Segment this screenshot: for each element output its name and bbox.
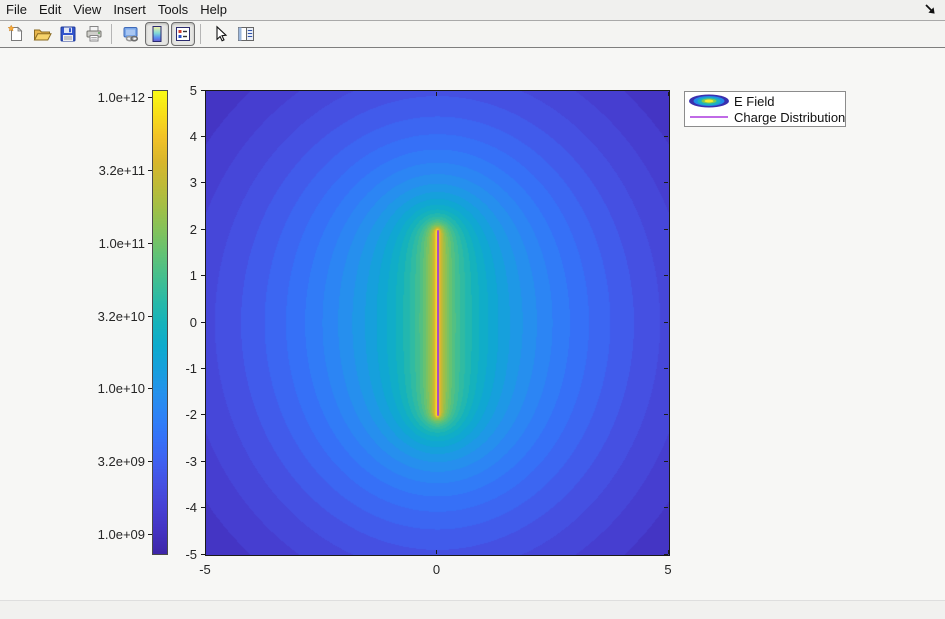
status-strip <box>0 600 945 619</box>
colorbar-tick-label: 3.2e+09 <box>87 455 145 468</box>
legend-label-efield: E Field <box>734 94 774 109</box>
y-axis-tick-right <box>664 368 668 369</box>
toolbar-separator <box>200 24 201 44</box>
colorbar-tick-label: 1.0e+09 <box>87 528 145 541</box>
x-axis-tick-top <box>205 92 206 96</box>
y-tick-label: 2 <box>163 223 197 236</box>
menu-tools[interactable]: Tools <box>152 0 194 20</box>
y-axis-tick-right <box>664 229 668 230</box>
figure-toolbar <box>0 21 945 48</box>
y-tick-label: 4 <box>163 130 197 143</box>
colorbar-tick-label: 1.0e+11 <box>87 237 145 250</box>
edit-plot-button[interactable] <box>208 22 232 46</box>
menu-file[interactable]: File <box>0 0 33 20</box>
efield-contour-plot <box>206 91 669 555</box>
colorbar-tick-label: 3.2e+10 <box>87 310 145 323</box>
y-axis-tick-right <box>664 136 668 137</box>
x-axis-tick-top <box>668 92 669 96</box>
legend-entry-charge: Charge Distribution <box>685 109 845 125</box>
insert-legend-button[interactable] <box>171 22 195 46</box>
charge-line-swatch <box>688 110 730 124</box>
legend-entry-efield: E Field <box>685 93 845 109</box>
legend-icon <box>173 24 193 44</box>
show-plot-tools-button[interactable] <box>234 22 258 46</box>
figure-canvas: E Field Charge Distribution 5 4 3 2 1 0 -1 -2 -3… <box>0 48 945 600</box>
new-document-icon <box>6 24 26 44</box>
legend-label-charge: Charge Distribution <box>734 110 845 125</box>
colorbar-tick <box>148 243 152 244</box>
menu-view[interactable]: View <box>67 0 107 20</box>
x-tick-label: 0 <box>417 563 457 576</box>
y-axis-tick <box>201 507 205 508</box>
y-axis-tick-right <box>664 322 668 323</box>
plot-tools-icon <box>236 24 256 44</box>
colorbar-tick-label: 3.2e+11 <box>87 164 145 177</box>
toolbar-separator <box>111 24 112 44</box>
open-file-button[interactable] <box>30 22 54 46</box>
colorbar-tick <box>148 534 152 535</box>
y-axis-tick-right <box>664 182 668 183</box>
y-axis-tick-right <box>664 461 668 462</box>
colorbar-tick <box>148 388 152 389</box>
efield-contour-swatch <box>688 94 730 108</box>
y-axis-tick <box>201 368 205 369</box>
pointer-arrow-icon <box>210 24 230 44</box>
axes <box>205 90 670 556</box>
insert-colorbar-button[interactable] <box>145 22 169 46</box>
y-axis-tick <box>201 461 205 462</box>
menu-bar: FileEditViewInsertToolsHelp <box>0 0 945 21</box>
y-axis-tick-right <box>664 90 668 91</box>
x-axis-tick <box>205 550 206 554</box>
menu-insert[interactable]: Insert <box>107 0 152 20</box>
x-axis-tick <box>668 550 669 554</box>
new-figure-button[interactable] <box>4 22 28 46</box>
y-axis-tick <box>201 322 205 323</box>
colorbar-tick <box>148 316 152 317</box>
colorbar-tick-label: 1.0e+12 <box>87 91 145 104</box>
y-axis-tick <box>201 136 205 137</box>
y-tick-label: 5 <box>163 84 197 97</box>
x-axis-tick <box>436 550 437 554</box>
y-axis-tick <box>201 275 205 276</box>
link-plot-button[interactable] <box>119 22 143 46</box>
menu-help[interactable]: Help <box>194 0 233 20</box>
y-axis-tick <box>201 414 205 415</box>
y-tick-label: 3 <box>163 176 197 189</box>
y-axis-tick-right <box>664 275 668 276</box>
x-tick-label: 5 <box>648 563 688 576</box>
x-axis-tick-top <box>436 92 437 96</box>
print-figure-button[interactable] <box>82 22 106 46</box>
colorbar-tick <box>148 461 152 462</box>
y-tick-label: -5 <box>163 548 197 561</box>
plot-legend[interactable]: E Field Charge Distribution <box>684 91 846 127</box>
y-axis-tick <box>201 90 205 91</box>
colorbar-tick <box>148 170 152 171</box>
y-axis-tick <box>201 229 205 230</box>
x-tick-label: -5 <box>185 563 225 576</box>
open-folder-icon <box>32 24 52 44</box>
y-axis-tick-right <box>664 507 668 508</box>
dock-figure-icon[interactable] <box>923 2 939 18</box>
y-tick-label: 1 <box>163 269 197 282</box>
y-tick-label: 0 <box>163 316 197 329</box>
colorbar-tick <box>148 97 152 98</box>
y-tick-label: -1 <box>163 362 197 375</box>
y-tick-label: -2 <box>163 408 197 421</box>
printer-icon <box>84 24 104 44</box>
y-tick-label: -4 <box>163 501 197 514</box>
save-floppy-icon <box>58 24 78 44</box>
colorbar-tick-label: 1.0e+10 <box>87 382 145 395</box>
y-axis-tick <box>201 182 205 183</box>
menu-edit[interactable]: Edit <box>33 0 67 20</box>
save-figure-button[interactable] <box>56 22 80 46</box>
link-plot-icon <box>121 24 141 44</box>
y-axis-tick-right <box>664 414 668 415</box>
colorbar-icon <box>147 24 167 44</box>
y-tick-label: -3 <box>163 455 197 468</box>
